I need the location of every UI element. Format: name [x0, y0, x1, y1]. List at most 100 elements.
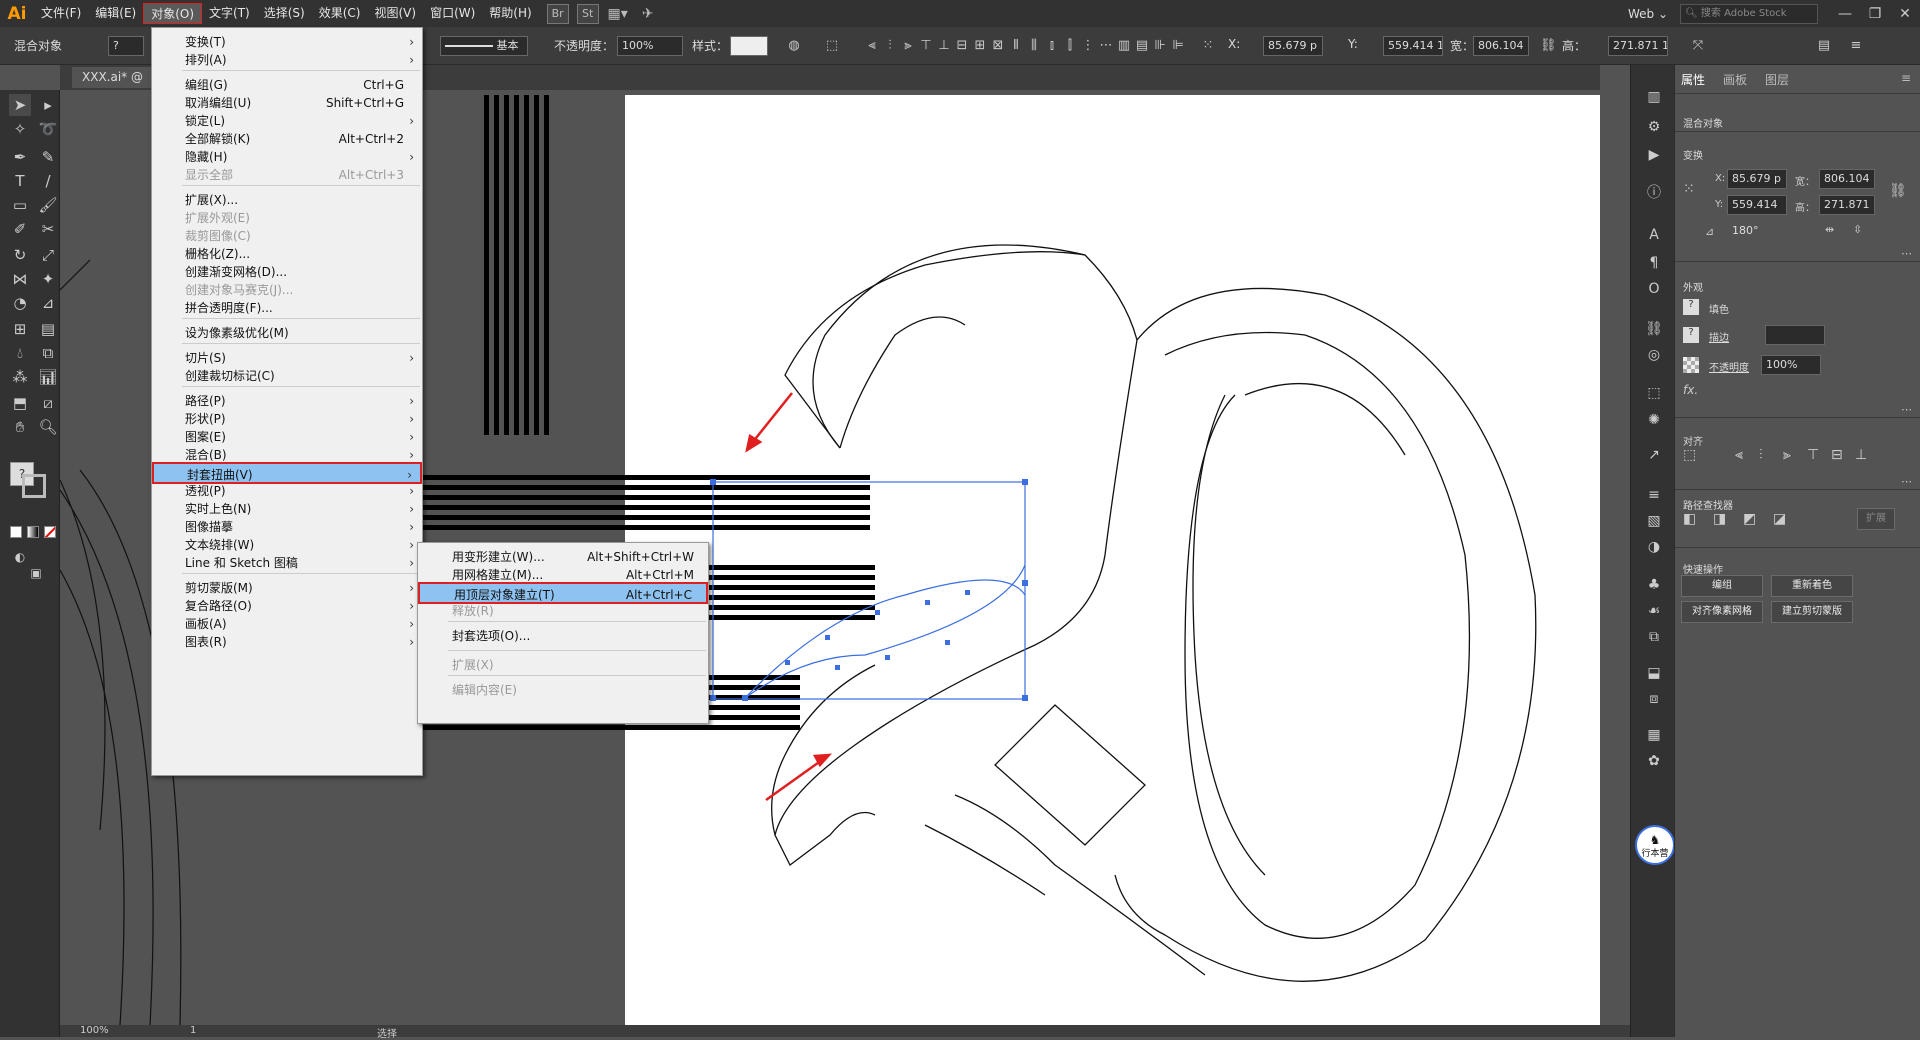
slice-tool-icon[interactable]: ⧄ [37, 392, 59, 414]
y-input[interactable]: 559.414 1 [1383, 36, 1443, 56]
envelope-menu-item[interactable]: 编辑内容(E) [418, 679, 708, 701]
selection-tool-icon[interactable]: ➤ [9, 94, 31, 116]
rotate-angle-select[interactable]: 180° [1727, 221, 1773, 241]
export-icon[interactable]: ↗ [1644, 445, 1664, 465]
panel-height-input[interactable]: 271.871 [1819, 195, 1875, 215]
align-left-icon[interactable]: ⫷ [1735, 447, 1743, 463]
more-align-icon[interactable]: ⋯ [1901, 475, 1912, 488]
stroke-weight-input[interactable] [1765, 325, 1825, 345]
menu-file[interactable]: 文件(F) [34, 3, 88, 24]
tab-layers[interactable]: 图层 [1765, 71, 1789, 88]
links-icon[interactable]: ⛓ [1644, 319, 1664, 339]
panel-y-input[interactable]: 559.414 [1727, 195, 1787, 215]
align-to-selection-icon[interactable]: ⬚ [1683, 447, 1696, 463]
flip-horizontal-icon[interactable]: ⇹ [1825, 223, 1834, 236]
panel-width-input[interactable]: 806.104 [1819, 169, 1875, 189]
align-right-icon[interactable]: ⫸ [1783, 447, 1791, 463]
transparency-icon[interactable]: ◑ [1644, 537, 1664, 557]
zoom-tool-icon[interactable]: 🔍︎ [37, 416, 59, 438]
dist-bottom-icon[interactable]: ⫴ [1008, 38, 1024, 54]
minus-front-icon[interactable]: ◨ [1713, 511, 1726, 527]
align-top-icon[interactable]: ⊤ [1807, 447, 1819, 463]
more-appearance-icon[interactable]: ⋯ [1901, 403, 1912, 416]
scale-tool-icon[interactable]: ⤢ [37, 244, 59, 266]
select-similar-icon[interactable]: ⬚ [824, 38, 840, 54]
gradient-tool-icon[interactable]: ▤ [37, 318, 59, 340]
align-hcenter-icon[interactable]: ⫶ [882, 38, 898, 54]
stroke-profile-select[interactable]: 基本 [440, 36, 528, 56]
scissors-tool-icon[interactable]: ✂ [37, 218, 59, 240]
flip-vertical-icon[interactable]: ⇳ [1853, 223, 1862, 236]
magic-wand-tool-icon[interactable]: ✧ [9, 118, 31, 140]
envelope-menu-item[interactable]: 释放(R) [418, 600, 708, 622]
menu-view[interactable]: 视图(V) [367, 3, 423, 24]
pathfinder-expand-button[interactable]: 扩展 [1857, 508, 1895, 530]
dist-hcenter-icon[interactable]: ⫾ [1044, 38, 1060, 54]
artboard-number[interactable]: 1 [190, 1025, 196, 1036]
dist-h-space-icon[interactable]: ⋯ [1098, 38, 1114, 54]
eyedropper-tool-icon[interactable]: 💧︎ [9, 342, 31, 364]
pathfinder-icon[interactable]: ⧈ [1644, 689, 1664, 709]
bridge-button[interactable]: Br [546, 3, 569, 24]
exclude-icon[interactable]: ◪ [1773, 511, 1786, 527]
menu-object[interactable]: 对象(O) [143, 3, 203, 24]
gradient-panel-icon[interactable]: ▧ [1644, 511, 1664, 531]
lasso-tool-icon[interactable]: ➰ [37, 118, 59, 140]
align-left-icon[interactable]: ⫷ [864, 38, 880, 54]
dist-right-icon[interactable]: ⫿ [1062, 38, 1078, 54]
align-vcenter-icon[interactable]: ⊥ [936, 38, 952, 54]
make-clipping-mask-button[interactable]: 建立剪切蒙版 [1771, 601, 1853, 623]
opacity-input[interactable]: 100% [617, 36, 683, 56]
group-button[interactable]: 编组 [1681, 575, 1763, 597]
rotate-tool-icon[interactable]: ↻ [9, 244, 31, 266]
stock-search-input[interactable]: 🔍︎ 搜索 Adobe Stock [1680, 3, 1818, 24]
menu-window[interactable]: 窗口(W) [423, 3, 482, 24]
align-vcenter-icon[interactable]: ⊟ [1831, 447, 1843, 463]
fx-button[interactable]: fx. [1683, 383, 1698, 397]
stock-button[interactable]: St [576, 3, 599, 24]
more-options-icon[interactable]: ⋯ [1901, 247, 1912, 260]
graph-tool-icon[interactable]: 📊︎ [37, 366, 59, 388]
stroke-panel-icon[interactable]: ≡ [1644, 485, 1664, 505]
unite-icon[interactable]: ◧ [1683, 511, 1696, 527]
width-input[interactable]: 806.104 [1473, 36, 1529, 56]
workspace-switcher[interactable]: Web ⌄ [1628, 7, 1668, 21]
align-right-icon[interactable]: ⫸ [900, 38, 916, 54]
intersect-icon[interactable]: ◩ [1743, 511, 1756, 527]
artboards-icon[interactable]: ⧉ [1644, 627, 1664, 647]
curvature-tool-icon[interactable]: ✎ [37, 146, 59, 168]
align-pixel-grid-button[interactable]: 对齐像素网格 [1681, 601, 1763, 623]
dist-vcenter-icon[interactable]: ⊠ [990, 38, 1006, 54]
dist-left-icon[interactable]: ⫼ [1026, 38, 1042, 54]
width-tool-icon[interactable]: ⋈ [9, 268, 31, 290]
dist-top-icon[interactable]: ⊞ [972, 38, 988, 54]
color-guide-icon[interactable]: ✺ [1644, 410, 1664, 430]
type-tool-icon[interactable]: T [9, 170, 31, 192]
stroke-swatch[interactable]: ? [1683, 327, 1699, 343]
align-a-icon[interactable]: ⊪ [1152, 38, 1168, 54]
gpu-performance-icon[interactable]: ✈ [637, 4, 659, 24]
gradient-mode-icon[interactable] [27, 526, 39, 538]
object-menu-item[interactable]: 图表(R) › [152, 631, 422, 653]
align-b-icon[interactable]: ⊫ [1170, 38, 1186, 54]
envelope-menu-item[interactable]: 扩展(X) [418, 654, 708, 676]
menu-effect[interactable]: 效果(C) [312, 3, 368, 24]
swatches-icon[interactable]: ▦ [1644, 725, 1664, 745]
close-icon[interactable]: ✕ [1890, 0, 1920, 27]
hand-tool-icon[interactable]: ✋︎ [9, 416, 31, 438]
object-menu-item[interactable]: 排列(A) › [152, 49, 422, 71]
envelope-menu-item[interactable]: 封套选项(O)... [418, 625, 708, 647]
height-input[interactable]: 271.871 1 [1608, 36, 1668, 56]
panel-x-input[interactable]: 85.679 p [1727, 169, 1787, 189]
zoom-level[interactable]: 100% [80, 1025, 109, 1036]
rectangle-tool-icon[interactable]: ▭ [9, 194, 31, 216]
recolor-button[interactable]: 重新着色 [1771, 575, 1853, 597]
properties-icon[interactable]: ⚙ [1644, 117, 1664, 137]
puppet-warp-tool-icon[interactable]: ✦ [37, 268, 59, 290]
brushes-icon[interactable]: ✿ [1644, 751, 1664, 771]
panel-menu-icon[interactable]: ≡ [1901, 71, 1911, 85]
navigator-icon[interactable]: ⬓ [1644, 663, 1664, 683]
menu-type[interactable]: 文字(T) [202, 3, 257, 24]
paragraph-icon[interactable]: ¶ [1644, 253, 1664, 273]
transform-icon[interactable]: ⤧ [1690, 38, 1706, 54]
